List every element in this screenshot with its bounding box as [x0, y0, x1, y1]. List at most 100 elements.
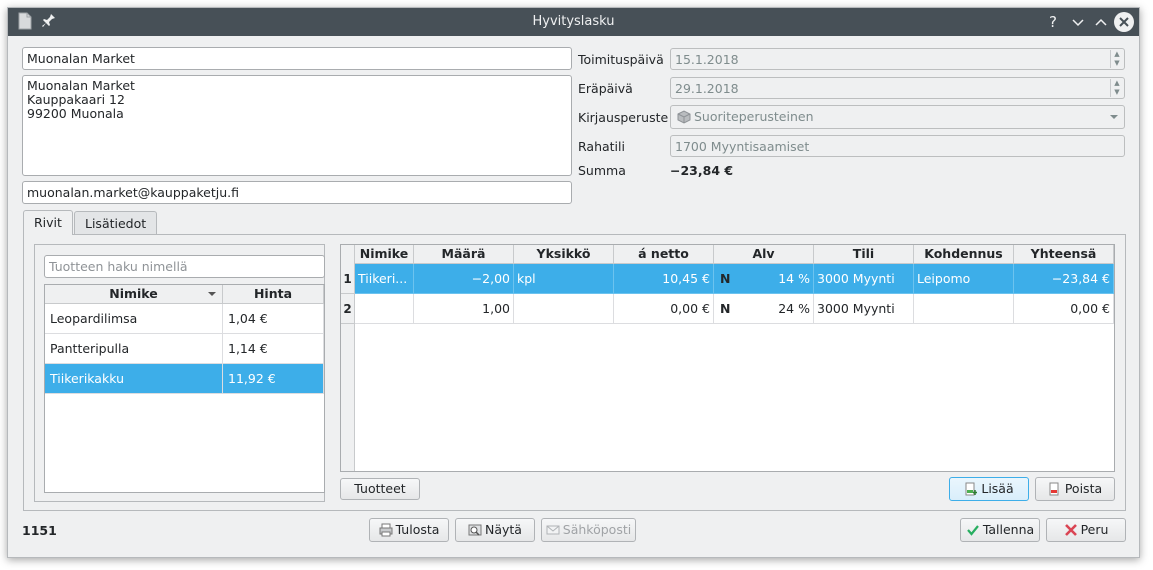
column-header-name[interactable]: Nimike	[355, 245, 414, 264]
address-line: Kauppakaari 12	[27, 92, 125, 107]
save-button[interactable]: Tallenna	[960, 518, 1040, 542]
customer-address-field[interactable]: Muonalan Market Kauppakaari 12 99200 Muo…	[22, 75, 572, 176]
sum-label: Summa	[578, 163, 626, 178]
invoice-lines-table: Nimike Määrä Yksikkö á netto Alv Tili Ko…	[340, 244, 1115, 472]
product-panel: Tuotteen haku nimellä Nimike Hinta Leopa…	[34, 244, 325, 502]
booking-basis-select[interactable]: Suoriteperusteinen	[670, 105, 1125, 129]
account-field[interactable]: 1700 Myyntisaamiset	[670, 135, 1125, 157]
add-row-icon	[964, 481, 978, 496]
line-account[interactable]: 3000 Myynti	[814, 264, 914, 294]
line-vat[interactable]: N 14 %	[714, 264, 814, 294]
product-name: Leopardilimsa	[45, 304, 223, 334]
button-label: Sähköposti	[562, 522, 632, 537]
print-button[interactable]: Tulosta	[369, 518, 449, 542]
vat-rate: 14 %	[778, 271, 810, 286]
row-number[interactable]: 1	[341, 264, 355, 294]
tab-label: Lisätiedot	[85, 216, 147, 231]
line-name[interactable]	[355, 294, 414, 324]
booking-basis-value: Suoriteperusteinen	[694, 109, 814, 124]
column-header-total[interactable]: Yhteensä	[1014, 245, 1114, 264]
checkmark-icon	[966, 522, 980, 536]
column-header-vat[interactable]: Alv	[714, 245, 814, 264]
button-label: Tallenna	[982, 522, 1035, 537]
minimize-button[interactable]	[1068, 12, 1088, 32]
product-header-price[interactable]: Hinta	[223, 285, 324, 304]
due-date-spinner[interactable]: ▲ ▼	[1110, 79, 1123, 97]
line-allocation[interactable]: Leipomo	[914, 264, 1014, 294]
preview-icon	[468, 522, 482, 536]
delivery-date-value: 15.1.2018	[675, 52, 739, 67]
button-label: Peru	[1080, 522, 1109, 537]
line-vat[interactable]: N 24 %	[714, 294, 814, 324]
help-button[interactable]: ?	[1043, 12, 1063, 32]
cross-icon	[1064, 522, 1078, 536]
chevron-down-icon	[1110, 115, 1118, 119]
due-date-field[interactable]: 29.1.2018 ▲ ▼	[670, 77, 1125, 99]
button-label: Poista	[1064, 481, 1103, 496]
vat-code: N	[720, 301, 731, 316]
header-label: Nimike	[109, 286, 158, 301]
window-title: Hyvityslasku	[532, 14, 615, 29]
column-header-net[interactable]: á netto	[614, 245, 714, 264]
email-button[interactable]: Sähköposti	[541, 518, 636, 542]
products-button[interactable]: Tuotteet	[340, 478, 420, 500]
line-allocation[interactable]	[914, 294, 1014, 324]
product-list: Nimike Hinta Leopardilimsa 1,04 € Pantte…	[44, 284, 325, 493]
line-quantity[interactable]: 1,00	[414, 294, 514, 324]
account-label: Rahatili	[578, 139, 625, 154]
close-button[interactable]	[1114, 12, 1134, 32]
line-unit[interactable]: kpl	[514, 264, 614, 294]
line-net-price[interactable]: 0,00 €	[614, 294, 714, 324]
product-name: Pantteripulla	[45, 334, 223, 364]
add-button[interactable]: Lisää	[949, 477, 1029, 501]
printer-icon	[379, 522, 393, 537]
product-header-name[interactable]: Nimike	[45, 285, 223, 304]
product-row[interactable]: Leopardilimsa 1,04 €	[45, 304, 324, 334]
delivery-date-field[interactable]: 15.1.2018 ▲ ▼	[670, 48, 1125, 70]
credit-invoice-window: Hyvityslasku ? Muonalan Market Muonalan …	[7, 7, 1140, 558]
button-label: Lisää	[981, 481, 1014, 496]
mail-icon	[546, 522, 560, 536]
button-label: Tuotteet	[354, 481, 406, 496]
line-total[interactable]: 0,00 €	[1014, 294, 1114, 324]
line-account[interactable]: 3000 Myynti	[814, 294, 914, 324]
line-net-price[interactable]: 10,45 €	[614, 264, 714, 294]
product-search-input[interactable]: Tuotteen haku nimellä	[44, 255, 325, 278]
product-price: 1,14 €	[223, 334, 324, 364]
column-header-account[interactable]: Tili	[814, 245, 914, 264]
column-header-unit[interactable]: Yksikkö	[514, 245, 614, 264]
delivery-date-label: Toimituspäivä	[578, 52, 664, 67]
row-number[interactable]: 2	[341, 294, 355, 324]
tab-label: Rivit	[34, 215, 62, 230]
line-unit[interactable]	[514, 294, 614, 324]
tab-rows[interactable]: Rivit	[23, 210, 73, 235]
show-button[interactable]: Näytä	[455, 518, 535, 542]
maximize-button[interactable]	[1091, 12, 1111, 32]
invoice-number: 1151	[22, 523, 57, 538]
product-price: 11,92 €	[223, 364, 324, 394]
button-label: Tulosta	[395, 522, 440, 537]
product-row-selected[interactable]: Tiikerikakku 11,92 €	[45, 364, 324, 394]
remove-button[interactable]: Poista	[1035, 477, 1115, 501]
line-total[interactable]: −23,84 €	[1014, 264, 1114, 294]
vat-rate: 24 %	[778, 301, 810, 316]
tab-details[interactable]: Lisätiedot	[74, 211, 158, 235]
box-icon	[677, 110, 691, 124]
address-line: 99200 Muonala	[27, 106, 124, 121]
due-date-value: 29.1.2018	[675, 81, 739, 96]
vat-code: N	[720, 271, 731, 286]
title-bar: Hyvityslasku ?	[8, 8, 1139, 36]
customer-name-field[interactable]: Muonalan Market	[22, 47, 572, 70]
product-name: Tiikerikakku	[45, 364, 223, 394]
column-header-allocation[interactable]: Kohdennus	[914, 245, 1014, 264]
address-line: Muonalan Market	[27, 78, 135, 93]
product-row[interactable]: Pantteripulla 1,14 €	[45, 334, 324, 364]
cancel-button[interactable]: Peru	[1046, 518, 1126, 542]
booking-basis-label: Kirjausperuste	[578, 110, 669, 125]
customer-email-field[interactable]: muonalan.market@kauppaketju.fi	[22, 181, 572, 204]
column-header-quantity[interactable]: Määrä	[414, 245, 514, 264]
delivery-date-spinner[interactable]: ▲ ▼	[1110, 50, 1123, 68]
line-name[interactable]: Tiikeri...	[355, 264, 414, 294]
line-quantity[interactable]: −2,00	[414, 264, 514, 294]
sort-down-icon	[208, 292, 216, 296]
